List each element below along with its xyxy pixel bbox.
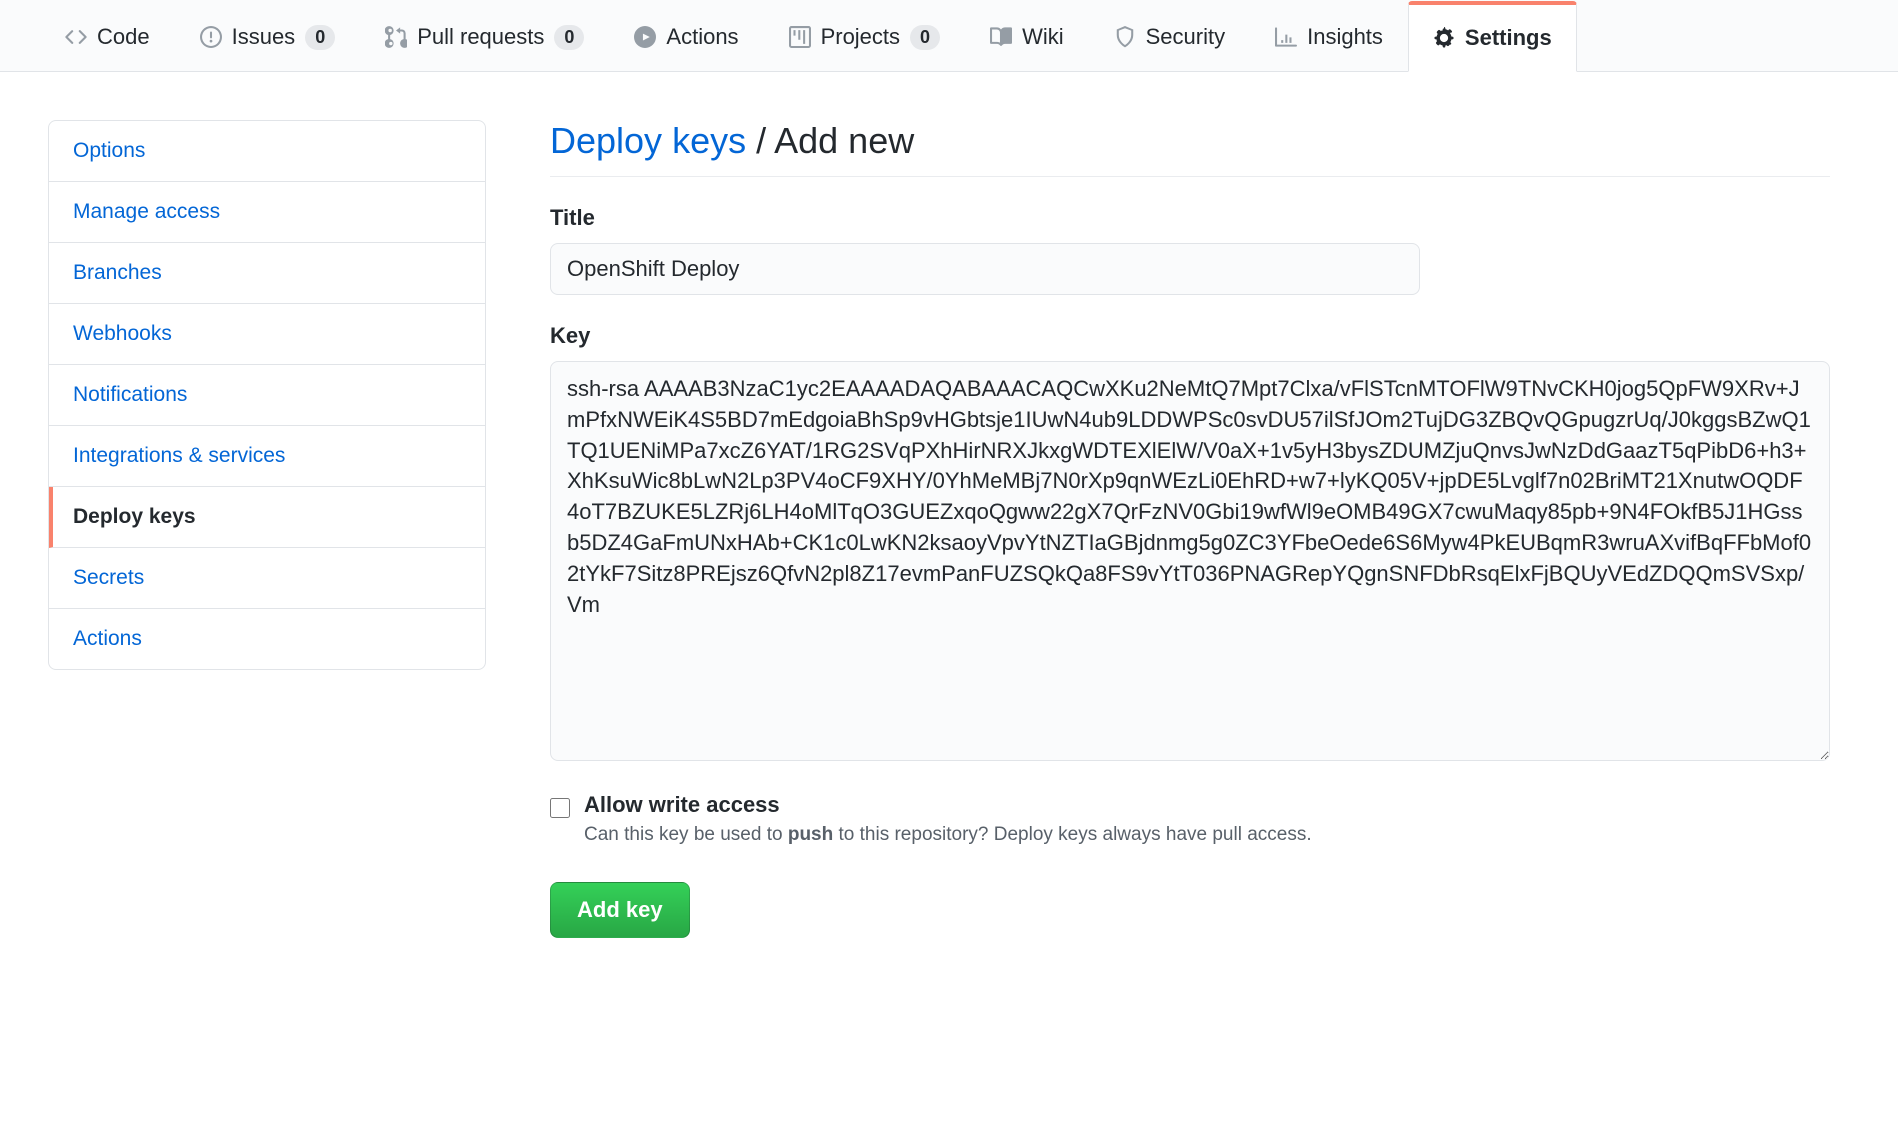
settings-sidebar: Options Manage access Branches Webhooks …: [48, 120, 486, 670]
tab-label: Pull requests: [417, 24, 544, 50]
allow-write-label: Allow write access: [584, 792, 1312, 818]
sidebar-item-deploy-keys[interactable]: Deploy keys: [49, 487, 485, 548]
add-key-button[interactable]: Add key: [550, 882, 690, 938]
tab-label: Security: [1146, 24, 1225, 50]
pull-request-icon: [385, 26, 407, 48]
page-title: Deploy keys / Add new: [550, 120, 1830, 177]
tab-actions[interactable]: Actions: [609, 0, 763, 71]
tab-label: Issues: [232, 24, 296, 50]
tab-label: Code: [97, 24, 150, 50]
title-label: Title: [550, 205, 1830, 231]
tab-label: Settings: [1465, 25, 1552, 51]
title-input[interactable]: [550, 243, 1420, 295]
breadcrumb-link-deploy-keys[interactable]: Deploy keys: [550, 120, 746, 161]
sidebar-item-webhooks[interactable]: Webhooks: [49, 304, 485, 365]
repo-nav: Code Issues 0 Pull requests 0 Actions: [0, 0, 1898, 72]
tab-label: Insights: [1307, 24, 1383, 50]
graph-icon: [1275, 26, 1297, 48]
play-icon: [634, 26, 656, 48]
tab-label: Actions: [666, 24, 738, 50]
key-label: Key: [550, 323, 1830, 349]
sidebar-item-secrets[interactable]: Secrets: [49, 548, 485, 609]
sidebar-item-options[interactable]: Options: [49, 121, 485, 182]
allow-write-note: Can this key be used to push to this rep…: [584, 824, 1312, 846]
tab-settings[interactable]: Settings: [1408, 1, 1577, 72]
breadcrumb-sep: /: [746, 120, 774, 161]
breadcrumb-current: Add new: [774, 120, 914, 161]
sidebar-item-manage-access[interactable]: Manage access: [49, 182, 485, 243]
projects-count: 0: [910, 25, 940, 50]
sidebar-item-notifications[interactable]: Notifications: [49, 365, 485, 426]
gear-icon: [1433, 27, 1455, 49]
tab-issues[interactable]: Issues 0: [175, 0, 361, 71]
tab-wiki[interactable]: Wiki: [965, 0, 1089, 71]
issues-count: 0: [305, 25, 335, 50]
sidebar-item-actions[interactable]: Actions: [49, 609, 485, 669]
issue-icon: [200, 26, 222, 48]
sidebar-item-integrations[interactable]: Integrations & services: [49, 426, 485, 487]
book-icon: [990, 26, 1012, 48]
pr-count: 0: [554, 25, 584, 50]
tab-insights[interactable]: Insights: [1250, 0, 1408, 71]
tab-projects[interactable]: Projects 0: [764, 0, 966, 71]
key-textarea[interactable]: [550, 361, 1830, 761]
project-icon: [789, 26, 811, 48]
tab-code[interactable]: Code: [40, 0, 175, 71]
sidebar-item-branches[interactable]: Branches: [49, 243, 485, 304]
code-icon: [65, 26, 87, 48]
tab-label: Wiki: [1022, 24, 1064, 50]
tab-pull-requests[interactable]: Pull requests 0: [360, 0, 609, 71]
shield-icon: [1114, 26, 1136, 48]
main-content: Deploy keys / Add new Title Key Allow wr…: [550, 120, 1830, 938]
tab-label: Projects: [821, 24, 900, 50]
allow-write-checkbox[interactable]: [550, 798, 570, 818]
tab-security[interactable]: Security: [1089, 0, 1250, 71]
